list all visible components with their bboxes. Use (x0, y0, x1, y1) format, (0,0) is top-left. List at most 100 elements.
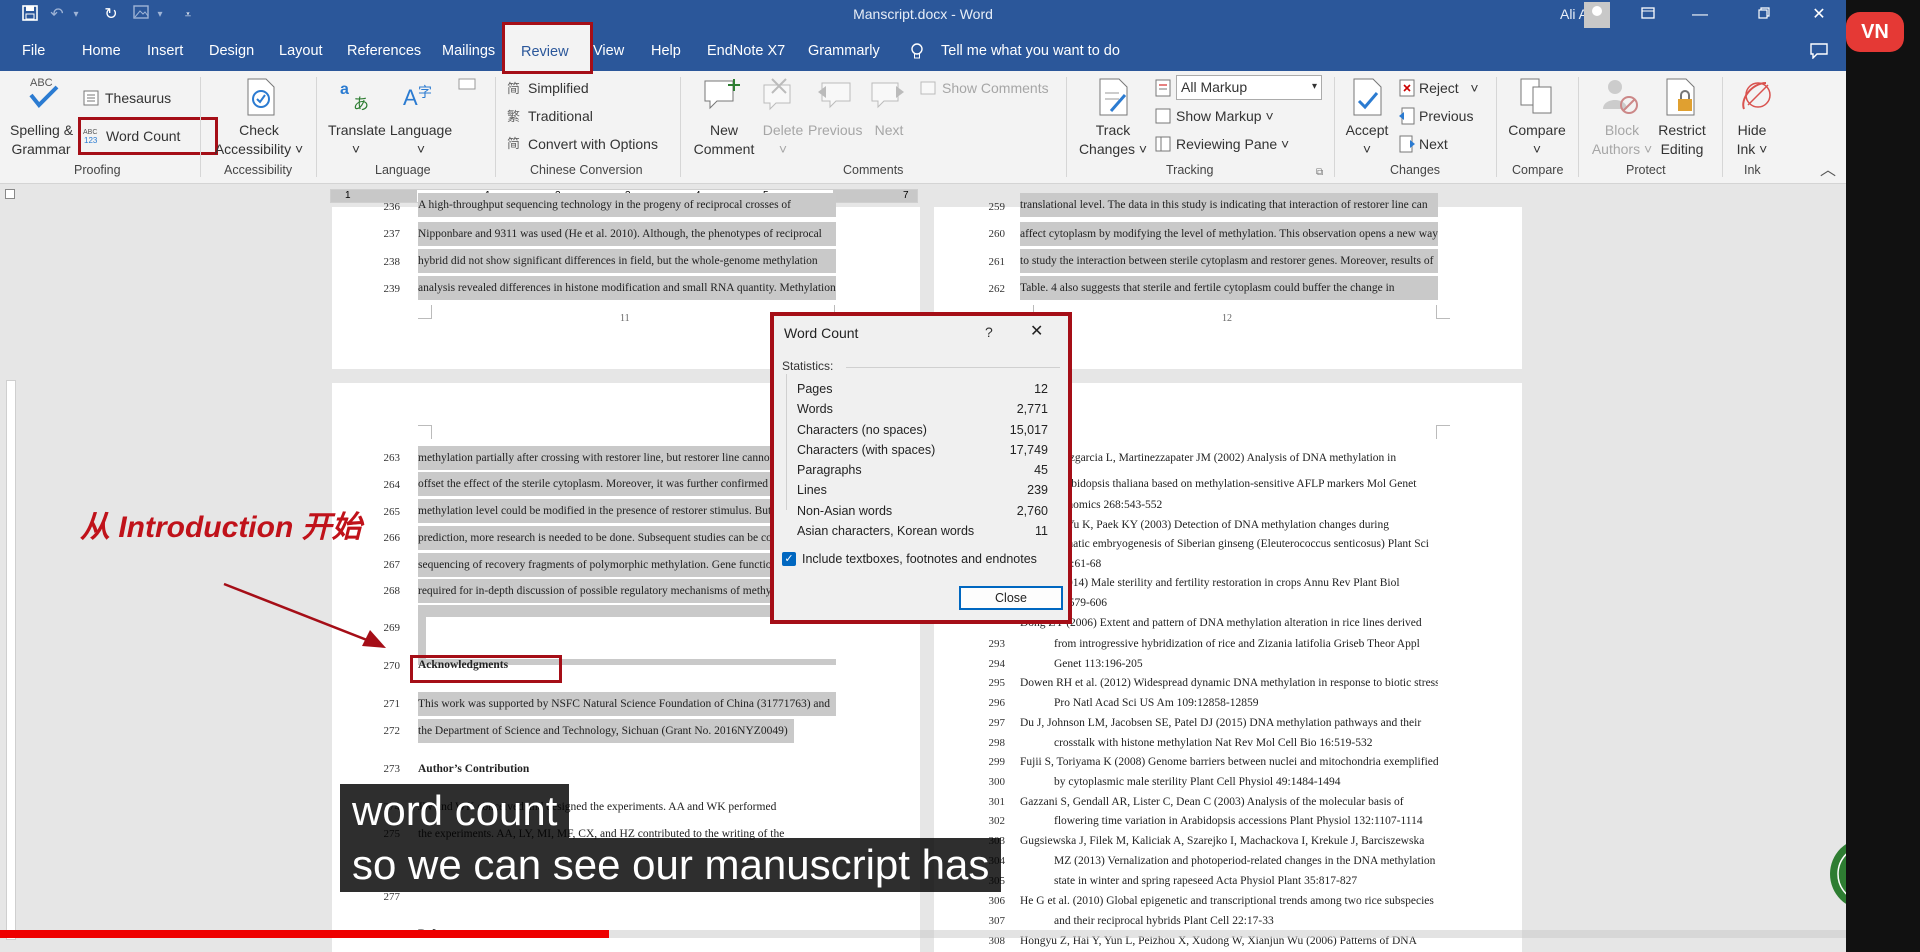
margin-corner (1436, 305, 1450, 319)
hide-ink-icon (1738, 77, 1774, 122)
close-window-icon[interactable]: ✕ (1805, 2, 1833, 28)
line-number: 302 (988, 815, 1006, 827)
track-changes-button[interactable]: Track Changes ˅ (1076, 121, 1150, 159)
vertical-ruler[interactable] (6, 380, 16, 940)
ruler-number: 7 (903, 190, 909, 201)
text-line[interactable]: the Department of Science and Technology… (418, 719, 794, 743)
accept-button[interactable]: Accept ˅ (1340, 121, 1394, 159)
svg-text:字: 字 (418, 85, 432, 101)
tab-endnote[interactable]: EndNote X7 (707, 43, 785, 59)
tab-view[interactable]: View (593, 43, 624, 59)
restrict-editing-button[interactable]: Restrict Editing (1652, 121, 1712, 159)
text-line[interactable]: Nipponbare and 9311 was used (He et al. … (418, 222, 836, 246)
include-checkbox[interactable]: ✓ (782, 552, 796, 566)
stat-value-non-asian-words: 2,760 (1016, 504, 1048, 518)
show-comments-button[interactable]: Show Comments (942, 79, 1049, 98)
text-line[interactable]: A high-throughput sequencing technology … (418, 193, 836, 217)
reviewing-pane-button[interactable]: Reviewing Pane ˅ (1176, 135, 1289, 154)
separator (1578, 77, 1579, 177)
include-checkbox-label[interactable]: Include textboxes, footnotes and endnote… (802, 552, 1037, 566)
spelling-grammar-button[interactable]: Spelling & Grammar (10, 121, 74, 159)
markup-dropdown[interactable]: All Markup ▾ (1176, 75, 1322, 100)
reject-button[interactable]: Reject ˅ (1419, 79, 1479, 98)
tab-layout[interactable]: Layout (279, 43, 323, 59)
next-comment-button[interactable]: Next (872, 121, 906, 140)
line-number: 262 (988, 283, 1006, 295)
simplified-button[interactable]: Simplified (528, 79, 589, 98)
divider (786, 374, 787, 510)
stat-label-lines: Lines (797, 483, 827, 497)
text-line[interactable]: translational level. The data in this st… (1020, 193, 1438, 217)
annotation-text: 从 Introduction 开始 (80, 511, 362, 544)
divider (846, 367, 1060, 368)
right-strip: VN (1846, 0, 1920, 952)
show-markup-button[interactable]: Show Markup ˅ (1176, 107, 1274, 126)
restrict-label: Restrict (1658, 122, 1706, 138)
tab-review[interactable]: Review (521, 44, 569, 60)
line-number: 264 (383, 479, 401, 491)
hide-ink-button[interactable]: Hide Ink ˅ (1730, 121, 1774, 159)
traditional-button[interactable]: Traditional (528, 107, 593, 126)
line-number: 259 (988, 201, 1006, 213)
new-comment-button[interactable]: New Comment (692, 121, 756, 159)
text-line[interactable]: affect cytoplasm by modifying the level … (1020, 222, 1438, 246)
restore-icon[interactable] (1750, 2, 1778, 28)
avatar[interactable] (1584, 2, 1610, 28)
convert-options-button[interactable]: Convert with Options (528, 135, 658, 154)
group-language: Language (375, 163, 431, 177)
ribbon-display-options-icon[interactable] (1634, 2, 1662, 28)
separator (495, 77, 496, 177)
next-change-button[interactable]: Next (1419, 135, 1448, 154)
text-line[interactable]: This work was supported by NSFC Natural … (418, 692, 836, 716)
reject-label: Reject (1419, 80, 1459, 96)
delete-comment-button[interactable]: Delete ˅ (760, 121, 806, 159)
block-authors-button[interactable]: Block Authors ˅ (1590, 121, 1654, 159)
tracking-options-icon[interactable]: ⧉ (1316, 163, 1323, 182)
dialog-title: Word Count (784, 325, 859, 341)
comments-pane-icon[interactable] (1810, 43, 1828, 63)
spelling-label: Spelling & (10, 122, 74, 138)
separator (1496, 77, 1497, 177)
word-count-dialog[interactable]: Word Count ? ✕ Statistics: Pages 12 Word… (770, 312, 1072, 624)
tab-design[interactable]: Design (209, 43, 254, 59)
tab-selector-icon[interactable] (5, 189, 15, 199)
authors-contribution-heading[interactable]: Author’s Contribution (418, 757, 529, 781)
stat-value-words: 2,771 (1016, 402, 1048, 416)
tab-references[interactable]: References (347, 43, 421, 59)
page-number: 11 (620, 313, 630, 324)
language-button[interactable]: Language ˅ (388, 121, 454, 159)
text-line[interactable]: analysis revealed differences in histone… (418, 276, 836, 300)
text-line[interactable]: hybrid did not show significant differen… (418, 249, 836, 273)
page-number: 12 (1222, 313, 1232, 324)
tab-home[interactable]: Home (82, 43, 121, 59)
editing-label: Editing (1660, 141, 1704, 157)
thesaurus-button[interactable]: Thesaurus (105, 89, 171, 108)
line-number: 266 (383, 532, 401, 544)
compare-button[interactable]: Compare ˅ (1504, 121, 1570, 159)
separator (1334, 77, 1335, 177)
help-icon[interactable]: ? (985, 324, 993, 340)
text-line[interactable]: Table. 4 also suggests that sterile and … (1020, 276, 1438, 300)
horizontal-ruler[interactable]: 1 1 2 3 4 5 7 (0, 185, 1846, 207)
tab-help[interactable]: Help (651, 43, 681, 59)
previous-comment-button[interactable]: Previous (808, 121, 862, 140)
collapse-ribbon-icon[interactable]: ︿ (1820, 161, 1836, 180)
block-authors-icon (1601, 77, 1639, 122)
language-options-icon[interactable] (458, 77, 476, 96)
tab-insert[interactable]: Insert (147, 43, 183, 59)
check-accessibility-button[interactable]: Check Accessibility ˅ (212, 121, 306, 159)
word-count-button[interactable]: Word Count (106, 127, 180, 146)
tell-me-search[interactable]: Tell me what you want to do (941, 43, 1120, 59)
tab-grammarly[interactable]: Grammarly (808, 43, 880, 59)
video-progress-bar[interactable] (0, 930, 1846, 938)
translate-button[interactable]: Translate ˅ (328, 121, 386, 159)
reference-line[interactable]: Cao T, Ruizgarcia L, Martinezzapater JM … (1020, 446, 1438, 470)
text-line[interactable]: to study the interaction between sterile… (1020, 249, 1438, 273)
previous-change-button[interactable]: Previous (1419, 107, 1473, 126)
minimize-icon[interactable]: — (1686, 2, 1714, 28)
close-button[interactable]: Close (959, 586, 1063, 610)
tab-mailings[interactable]: Mailings (442, 43, 495, 59)
close-icon[interactable]: ✕ (1030, 321, 1043, 341)
tab-file[interactable]: File (22, 43, 45, 59)
video-progress-fill (0, 930, 610, 938)
